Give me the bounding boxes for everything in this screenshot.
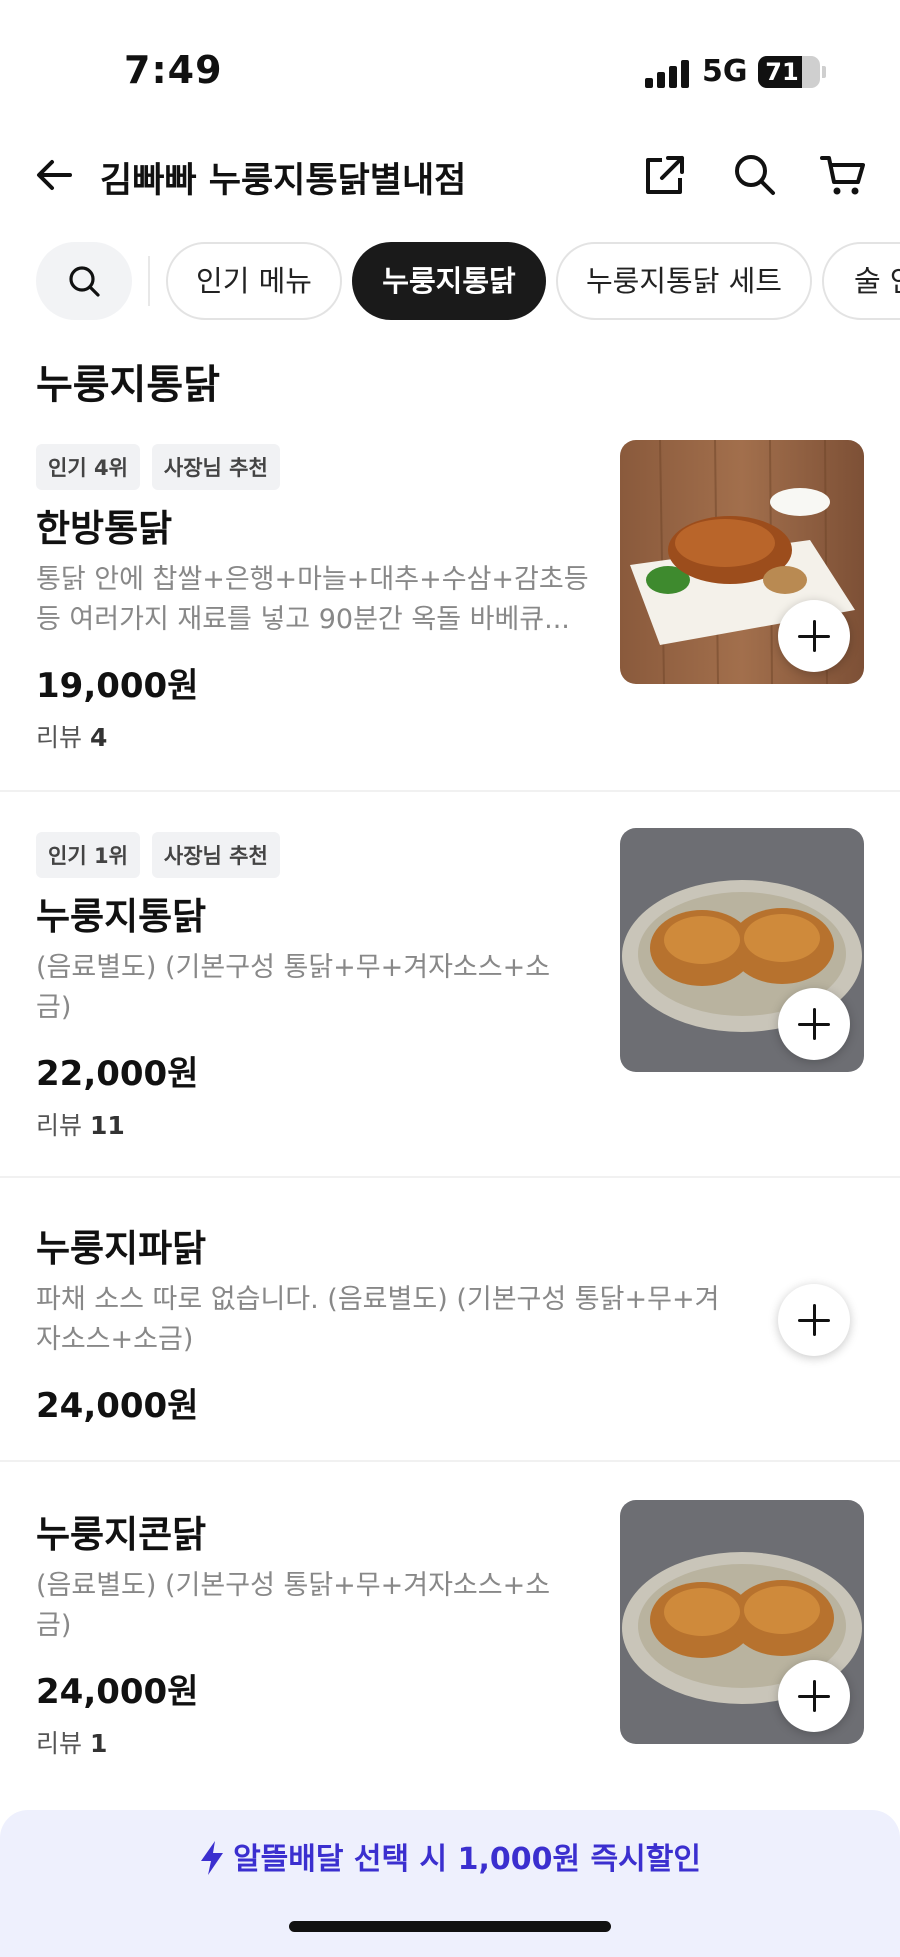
share-icon xyxy=(646,156,684,194)
item-price: 22,000원 xyxy=(36,1054,199,1094)
recommend-badge: 사장님 추천 xyxy=(151,832,280,878)
promo-message: 알뜰배달 선택 시 1,000원 즉시할인 xyxy=(0,1834,900,1878)
tab-popular-menu[interactable]: 인기 메뉴 xyxy=(166,242,342,320)
item-reviews: 리뷰 11 xyxy=(36,1106,125,1142)
status-time: 7:49 xyxy=(124,48,223,92)
item-name: 누룽지파닭 xyxy=(36,1227,207,1270)
item-description-line1: 통닭 안에 찹쌀+은행+마늘+대추+수삼+감초등 xyxy=(36,564,589,595)
network-type: 5G xyxy=(702,54,748,89)
item-description-line2: 등 여러가지 재료를 넣고 90분간 옥돌 바베큐... xyxy=(36,604,570,635)
badge-group: 인기 1위 사장님 추천 xyxy=(36,832,280,878)
item-name: 누룽지콘닭 xyxy=(36,1513,207,1556)
tab-nurungji-chicken[interactable]: 누룽지통닭 xyxy=(352,242,546,320)
item-reviews: 리뷰 4 xyxy=(36,718,107,754)
add-to-cart-button[interactable] xyxy=(778,600,850,672)
review-label: 리뷰 xyxy=(36,723,83,752)
home-indicator[interactable] xyxy=(289,1921,611,1932)
arrow-left-icon xyxy=(37,160,72,190)
menu-item[interactable]: 인기 1위 사장님 추천 누룽지통닭 (음료별도) (기본구성 통닭+무+겨자소… xyxy=(0,828,900,1178)
menu-item[interactable]: 누룽지콘닭 (음료별도) (기본구성 통닭+무+겨자소스+소 금) 24,000… xyxy=(0,1500,900,1800)
review-label: 리뷰 xyxy=(36,1111,83,1140)
item-name: 한방통닭 xyxy=(36,507,173,550)
search-icon xyxy=(735,155,775,195)
item-description-line1: 파채 소스 따로 없습니다. (음료별도) (기본구성 통닭+무+겨 xyxy=(36,1284,720,1315)
rank-badge: 인기 1위 xyxy=(36,832,140,878)
category-tabs: 인기 메뉴 누룽지통닭 누룽지통닭 세트 술 안 xyxy=(0,240,900,324)
promo-text: 알뜰배달 선택 시 1,000원 즉시할인 xyxy=(233,1842,701,1877)
item-description-line2: 자소스+소금) xyxy=(36,1324,194,1355)
lightning-icon xyxy=(201,1841,224,1875)
menu-item[interactable]: 누룽지파닭 파채 소스 따로 없습니다. (음료별도) (기본구성 통닭+무+겨… xyxy=(0,1210,900,1460)
app-header: 김빠빠 누룽지통닭별내점 xyxy=(0,130,900,220)
item-price: 24,000원 xyxy=(36,1386,199,1426)
add-to-cart-button[interactable] xyxy=(778,1660,850,1732)
badge-group: 인기 4위 사장님 추천 xyxy=(36,444,280,490)
item-description-line1: (음료별도) (기본구성 통닭+무+겨자소스+소 xyxy=(36,952,551,983)
status-bar: 7:49 5G 71 xyxy=(0,0,900,120)
back-button[interactable] xyxy=(30,150,80,200)
tab-nurungji-chicken-set[interactable]: 누룽지통닭 세트 xyxy=(556,242,812,320)
battery-tip xyxy=(822,66,826,78)
page-title: 김빠빠 누룽지통닭별내점 xyxy=(100,161,467,201)
cart-button[interactable] xyxy=(818,150,868,200)
promo-banner[interactable]: 알뜰배달 선택 시 1,000원 즉시할인 xyxy=(0,1810,900,1957)
item-name: 누룽지통닭 xyxy=(36,895,207,938)
item-reviews: 리뷰 1 xyxy=(36,1724,107,1760)
review-count: 11 xyxy=(89,1111,125,1140)
search-button[interactable] xyxy=(730,150,780,200)
add-to-cart-button[interactable] xyxy=(778,988,850,1060)
search-icon xyxy=(69,266,100,297)
divider xyxy=(0,1460,900,1462)
cart-icon xyxy=(820,156,865,195)
battery-percent: 71 xyxy=(765,58,799,86)
review-count: 4 xyxy=(89,723,108,752)
divider xyxy=(0,790,900,792)
item-description-line2: 금) xyxy=(36,992,72,1023)
item-description-line2: 금) xyxy=(36,1610,72,1641)
review-label: 리뷰 xyxy=(36,1729,83,1758)
item-description-line1: (음료별도) (기본구성 통닭+무+겨자소스+소 xyxy=(36,1570,551,1601)
battery-icon: 71 xyxy=(758,56,820,88)
chip-divider xyxy=(148,256,150,306)
review-count: 1 xyxy=(89,1729,108,1758)
divider xyxy=(0,1176,900,1178)
share-button[interactable] xyxy=(640,150,690,200)
signal-icon xyxy=(645,58,689,88)
tab-alcohol[interactable]: 술 안 xyxy=(822,242,900,320)
add-to-cart-button[interactable] xyxy=(778,1284,850,1356)
rank-badge: 인기 4위 xyxy=(36,444,140,490)
menu-item[interactable]: 인기 4위 사장님 추천 한방통닭 통닭 안에 찹쌀+은행+마늘+대추+수삼+감… xyxy=(0,440,900,792)
menu-search-button[interactable] xyxy=(36,242,132,320)
item-price: 19,000원 xyxy=(36,666,199,706)
section-title: 누룽지통닭 xyxy=(36,362,220,408)
item-price: 24,000원 xyxy=(36,1672,199,1712)
recommend-badge: 사장님 추천 xyxy=(151,444,280,490)
